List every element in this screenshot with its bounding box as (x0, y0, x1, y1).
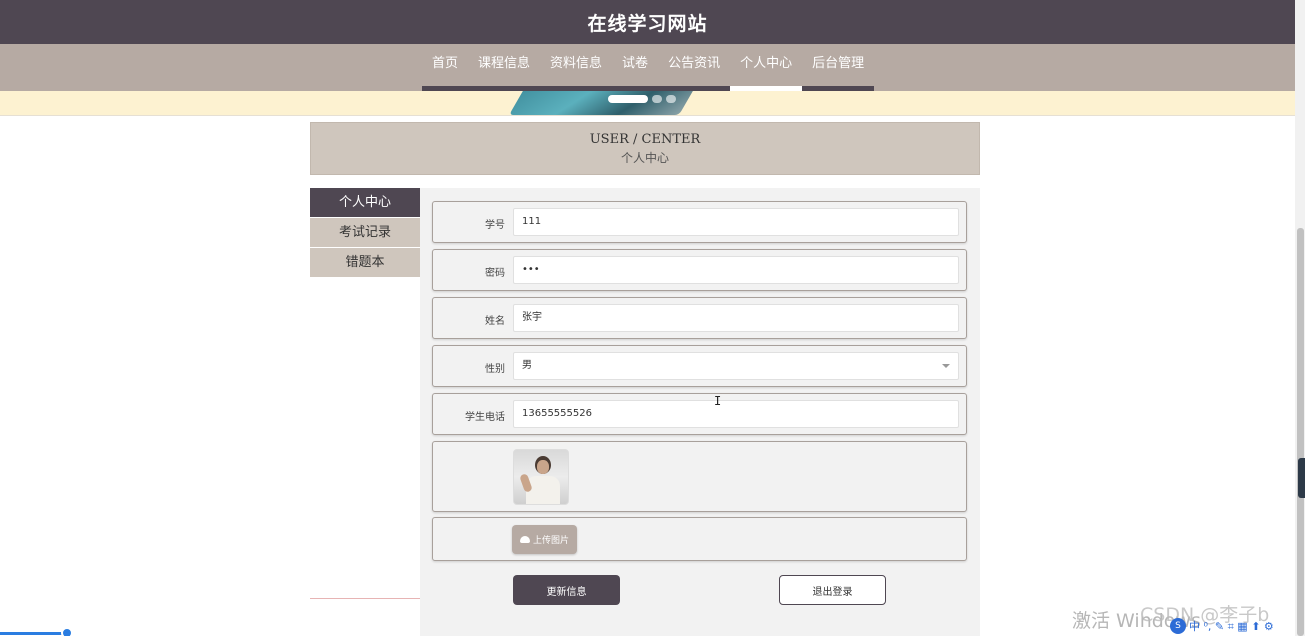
cloud-upload-icon (519, 536, 530, 543)
nav-item-user-center[interactable]: 个人中心 (730, 44, 803, 91)
site-header: 在线学习网站 (0, 0, 1295, 44)
nav-item-materials[interactable]: 资料信息 (540, 44, 613, 91)
password-label: 密码 (485, 268, 505, 279)
text-cursor-icon: I (714, 394, 722, 408)
avatar (513, 449, 569, 505)
section-title-en: USER / CENTER (589, 132, 701, 147)
ime-toolbar[interactable]: S 中 ⁰, ✎ ⌗ ▦ ⬆ ⚙ (1170, 617, 1274, 635)
password-input[interactable]: ••• (513, 256, 959, 284)
banner-carousel (0, 91, 1295, 116)
site-title: 在线学习网站 (587, 12, 708, 35)
name-input[interactable]: 张宇 (513, 304, 959, 332)
progress-handle[interactable] (61, 627, 73, 636)
progress-line (0, 632, 68, 635)
chevron-down-icon (942, 364, 950, 368)
phone-input[interactable]: 13655555526 (513, 400, 959, 428)
nav-item-exams[interactable]: 试卷 (612, 44, 659, 91)
sidebar: 个人中心 考试记录 错题本 (310, 188, 420, 599)
form-row-avatar (432, 441, 967, 512)
form-row-name: 姓名 张宇 (432, 297, 967, 339)
name-label: 姓名 (485, 316, 505, 327)
nav-item-news[interactable]: 公告资讯 (658, 44, 731, 91)
form-row-upload: 上传图片 (432, 517, 967, 561)
section-title-cn: 个人中心 (620, 151, 669, 165)
student-id-input[interactable]: 111 (513, 208, 959, 236)
sidebar-item-exam-records[interactable]: 考试记录 (310, 218, 420, 248)
gender-select[interactable]: 男 (513, 352, 959, 380)
gender-select-value: 男 (522, 360, 532, 371)
main-nav: 首页 课程信息 资料信息 试卷 公告资讯 个人中心 后台管理 (0, 44, 1295, 91)
section-header: USER / CENTER 个人中心 (310, 122, 980, 175)
sidebar-item-wrong-questions[interactable]: 错题本 (310, 248, 420, 278)
phone-label: 学生电话 (465, 412, 505, 423)
profile-form: 学号 111 密码 ••• 姓名 张宇 性别 男 学生电话 1365555552… (420, 188, 980, 636)
nav-item-courses[interactable]: 课程信息 (468, 44, 541, 91)
form-row-gender: 性别 男 (432, 345, 967, 387)
scrollbar-thumb[interactable] (1297, 228, 1304, 636)
ime-status[interactable]: 中 ⁰, ✎ ⌗ ▦ ⬆ ⚙ (1189, 618, 1274, 634)
student-id-label: 学号 (485, 220, 505, 231)
update-info-button[interactable]: 更新信息 (513, 575, 620, 605)
nav-item-home[interactable]: 首页 (422, 44, 469, 91)
form-row-phone: 学生电话 13655555526 (432, 393, 967, 435)
carousel-indicators (608, 95, 676, 103)
side-edge-tab[interactable] (1298, 458, 1305, 498)
upload-image-button[interactable]: 上传图片 (512, 525, 577, 554)
nav-item-admin[interactable]: 后台管理 (802, 44, 875, 91)
form-row-student-id: 学号 111 (432, 201, 967, 243)
carousel-dot[interactable] (666, 95, 676, 103)
ime-logo-icon[interactable]: S (1170, 618, 1186, 634)
carousel-dot[interactable] (652, 95, 662, 103)
form-row-password: 密码 ••• (432, 249, 967, 291)
upload-image-label: 上传图片 (532, 536, 569, 546)
gender-label: 性别 (485, 364, 505, 375)
sidebar-item-user-center[interactable]: 个人中心 (310, 188, 420, 218)
logout-button[interactable]: 退出登录 (779, 575, 886, 605)
carousel-dot[interactable] (608, 95, 648, 103)
